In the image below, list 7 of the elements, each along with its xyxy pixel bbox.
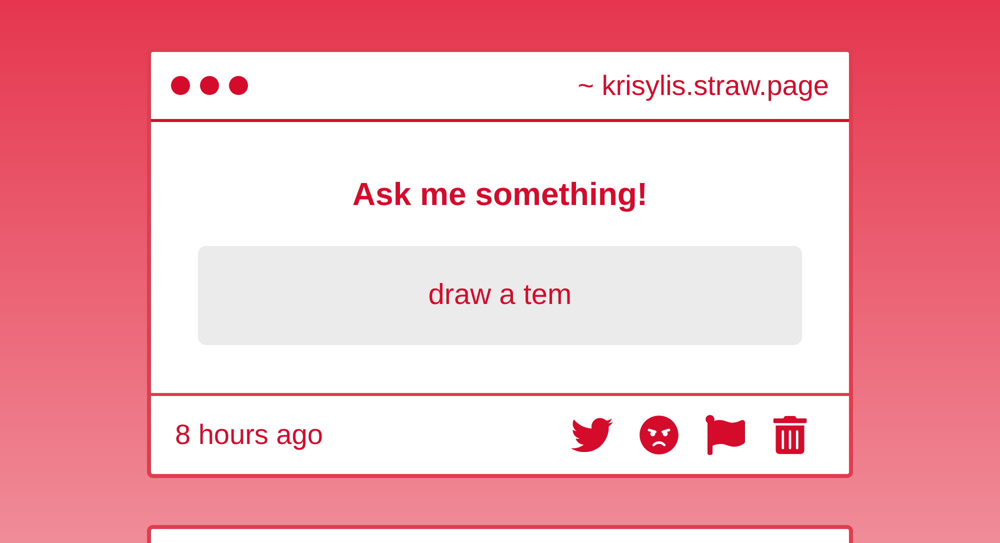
flag-icon[interactable]	[705, 415, 745, 455]
window-title: ~ krisylis.straw.page	[578, 68, 829, 103]
question-text: draw a tem	[198, 246, 802, 345]
delete-icon[interactable]	[771, 416, 809, 454]
angry-face-icon[interactable]	[639, 415, 679, 455]
card-heading: Ask me something!	[352, 175, 648, 214]
timestamp: 8 hours ago	[175, 418, 323, 452]
